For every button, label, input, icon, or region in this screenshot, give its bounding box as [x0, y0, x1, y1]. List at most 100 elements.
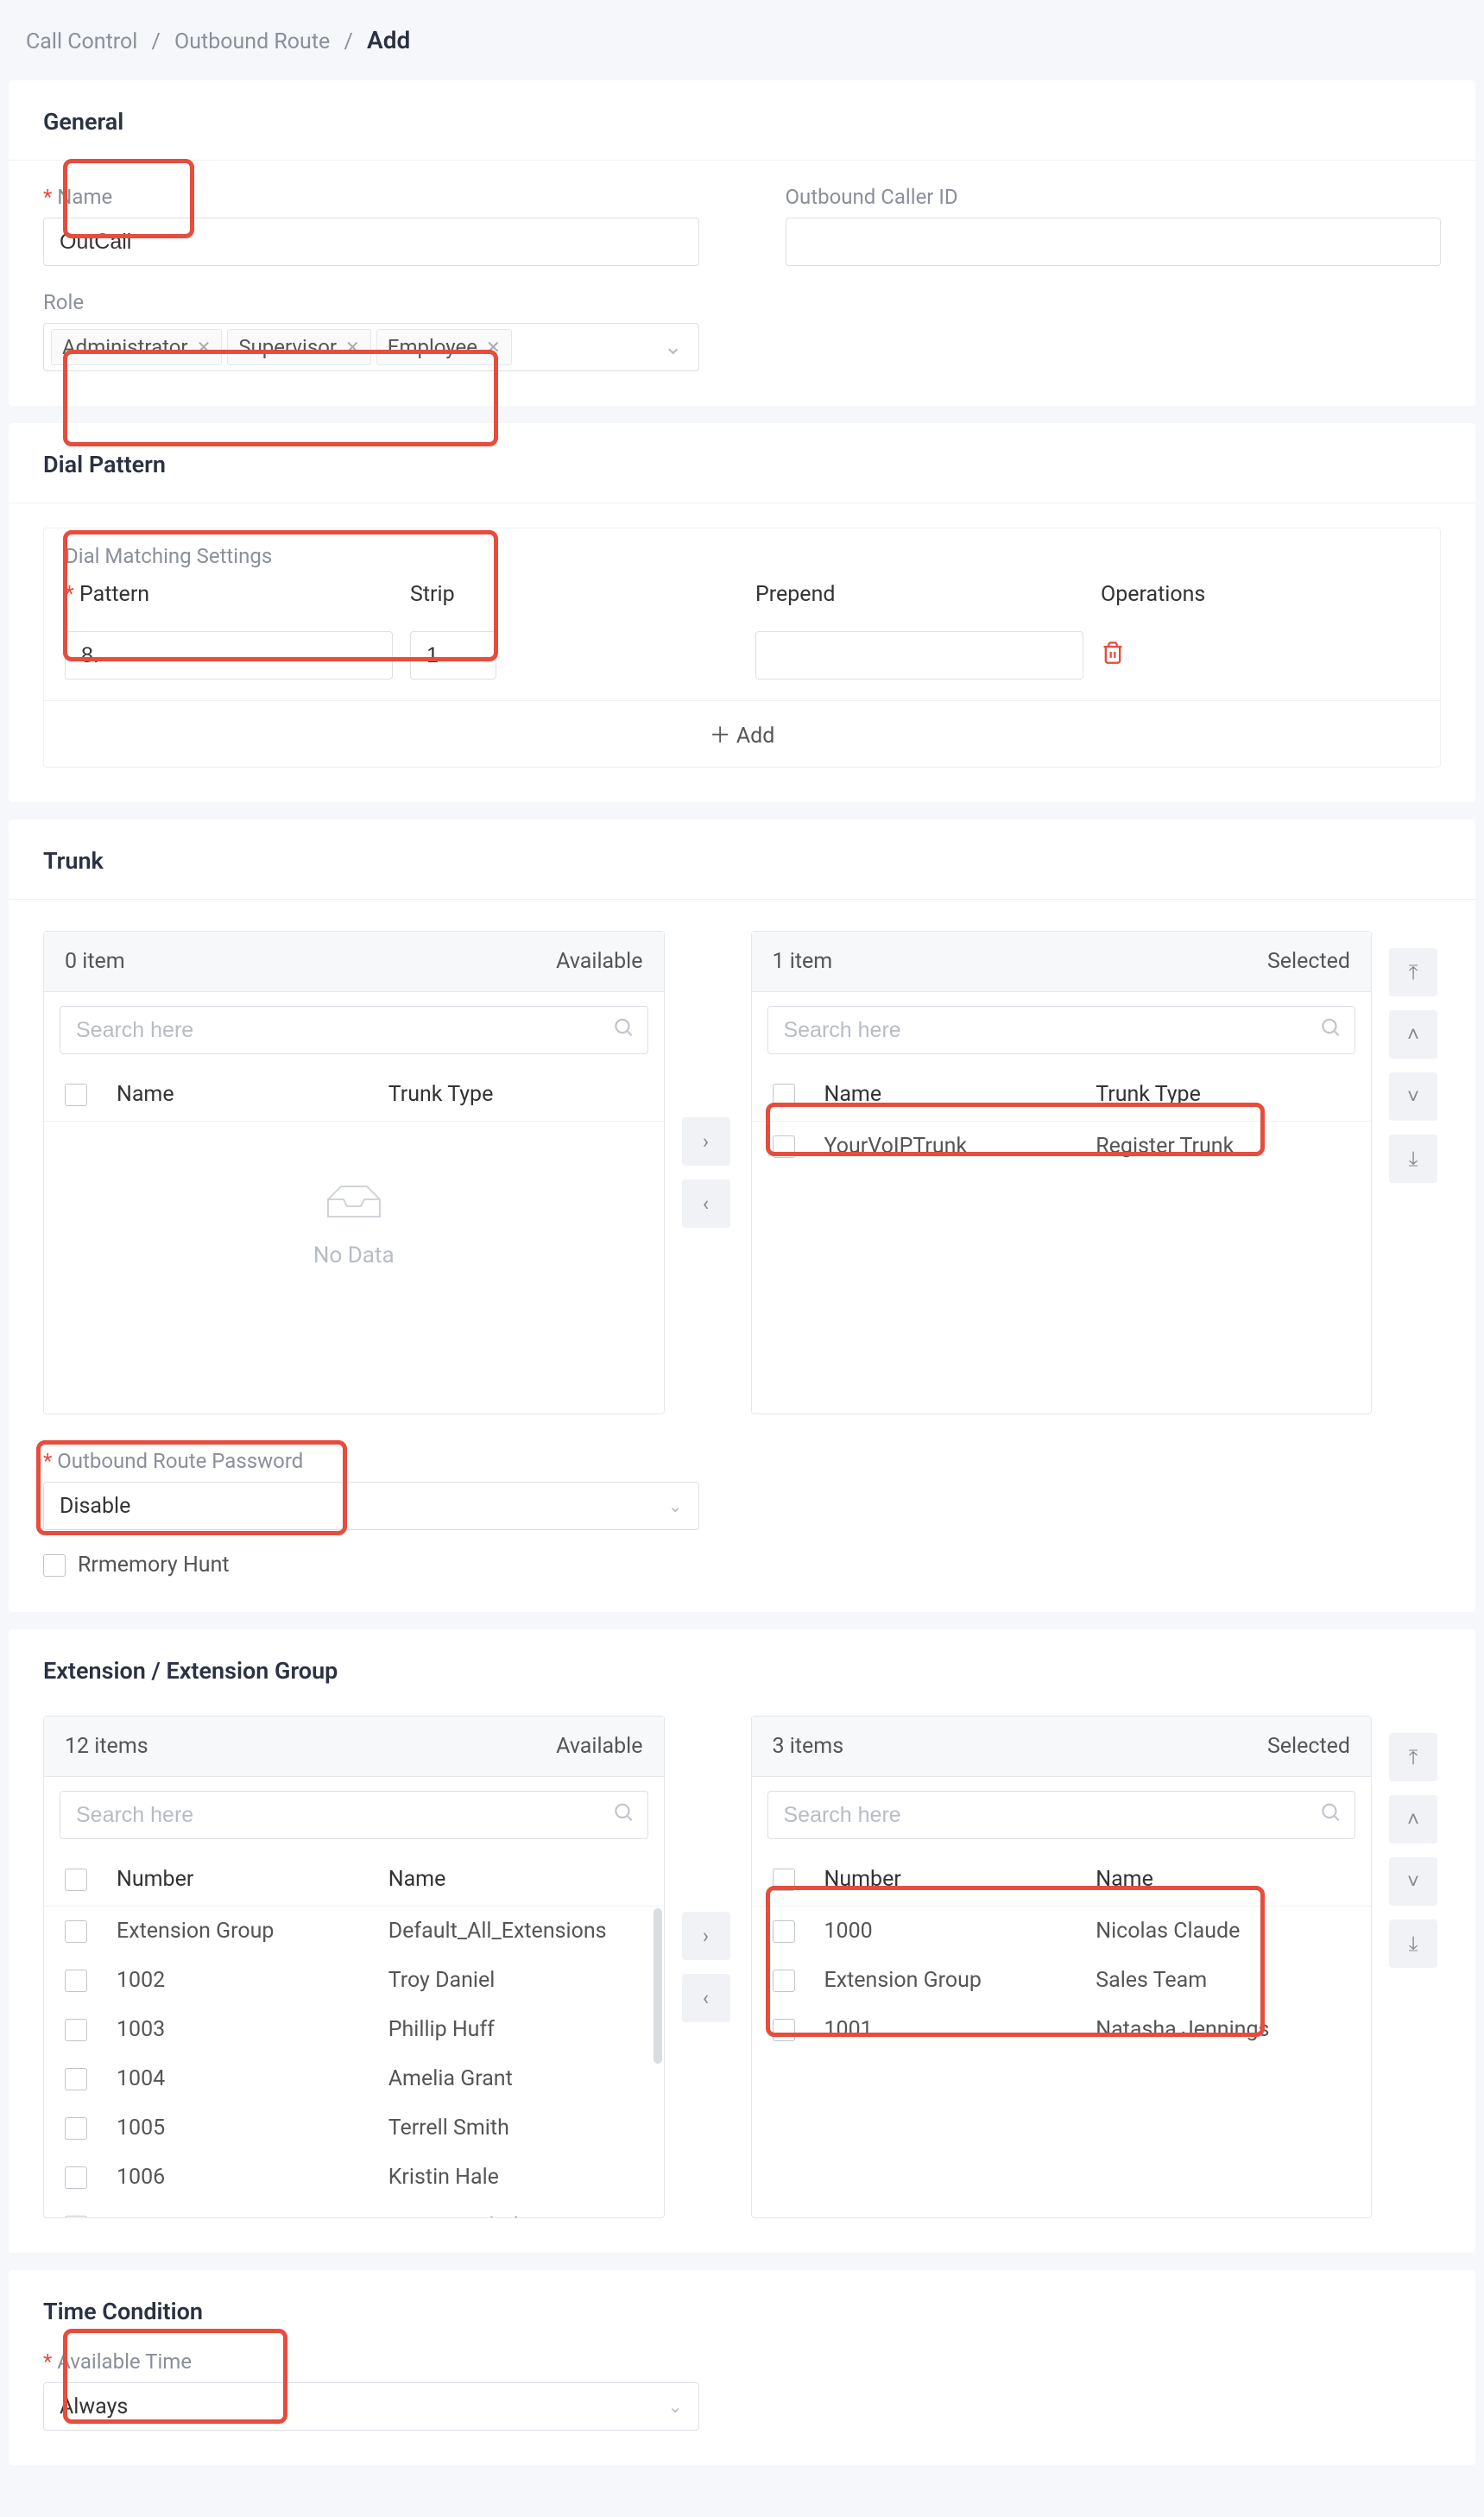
- sel-label: Selected: [1267, 949, 1350, 974]
- row-checkbox[interactable]: [65, 2166, 87, 2189]
- move-right-button[interactable]: ›: [682, 1912, 730, 1960]
- trash-icon[interactable]: [1101, 642, 1125, 671]
- list-item[interactable]: 1004Amelia Grant: [44, 2054, 664, 2103]
- breadcrumb-l2[interactable]: Outbound Route: [174, 29, 330, 54]
- move-top-button[interactable]: ⤒: [1389, 948, 1437, 996]
- caller-id-input[interactable]: [786, 218, 1442, 266]
- ext-available-box: 12 items Available Number: [43, 1716, 665, 2218]
- list-item[interactable]: Extension GroupSales Team: [752, 1956, 1372, 2005]
- panel-extension: Extension / Extension Group 12 items Ava…: [9, 1629, 1475, 2253]
- row-checkbox[interactable]: [773, 1135, 795, 1158]
- ext-avail-search-input[interactable]: [60, 1791, 648, 1839]
- move-bottom-button[interactable]: ⤓: [1389, 1919, 1437, 1968]
- tag-remove-icon[interactable]: ✕: [197, 337, 212, 357]
- col-trunk-type: Trunk Type: [388, 1082, 643, 1107]
- ext-sel-search-input[interactable]: [767, 1791, 1356, 1839]
- row-name: Default_All_Extensions: [388, 1919, 643, 1944]
- prepend-input[interactable]: [755, 631, 1083, 680]
- search-icon: [1319, 1801, 1342, 1830]
- row-name: Naomi Nichols: [388, 2214, 643, 2217]
- name-input[interactable]: [43, 218, 699, 266]
- move-up-button[interactable]: ˄: [1389, 1795, 1437, 1843]
- trunk-sel-search-input[interactable]: [767, 1006, 1356, 1054]
- breadcrumb-l1[interactable]: Call Control: [26, 29, 137, 54]
- outbound-password-select[interactable]: Disable ⌄: [43, 1482, 699, 1530]
- role-select[interactable]: Administrator✕ Supervisor✕ Employee✕ ⌄: [43, 323, 699, 371]
- col-pattern: Pattern: [65, 582, 149, 607]
- row-checkbox[interactable]: [65, 2068, 87, 2090]
- row-checkbox[interactable]: [773, 1970, 795, 1992]
- breadcrumb: Call Control / Outbound Route / Add: [0, 0, 1484, 80]
- tag-remove-icon[interactable]: ✕: [486, 337, 501, 357]
- row-number: 1000: [824, 1919, 1079, 1944]
- avail-label: Available: [556, 949, 642, 974]
- row-checkbox[interactable]: [65, 1970, 87, 1992]
- select-all-checkbox[interactable]: [65, 1869, 87, 1891]
- label-role: Role: [43, 290, 699, 314]
- rrmemory-checkbox[interactable]: [43, 1554, 66, 1577]
- row-checkbox[interactable]: [65, 2117, 87, 2140]
- chevron-down-icon: ⌄: [668, 2396, 683, 2417]
- sel-count: 3 items: [773, 1734, 844, 1759]
- list-item[interactable]: 1000Nicolas Claude: [752, 1907, 1372, 1956]
- move-right-button[interactable]: ›: [682, 1117, 730, 1166]
- label-available-time: Available Time: [43, 2349, 699, 2374]
- row-number: 1005: [117, 2115, 371, 2141]
- row-checkbox[interactable]: [773, 2019, 795, 2041]
- list-item[interactable]: Extension GroupDefault_All_Extensions: [44, 1907, 664, 1956]
- ext-reorder: ⤒ ˄ ˅ ⤓: [1389, 1716, 1441, 2218]
- row-checkbox[interactable]: [65, 2019, 87, 2041]
- move-left-button[interactable]: ‹: [682, 1179, 730, 1228]
- list-item[interactable]: 1005 Terrell Smith: [44, 2103, 664, 2153]
- row-name: Amelia Grant: [388, 2066, 643, 2091]
- list-item[interactable]: 1001Natasha Jennings: [752, 2005, 1372, 2054]
- breadcrumb-current: Add: [367, 26, 410, 54]
- row-checkbox[interactable]: [65, 1920, 87, 1943]
- chevron-down-icon: ⌄: [668, 1496, 683, 1516]
- row-name: Troy Daniel: [388, 1968, 643, 1993]
- select-all-checkbox[interactable]: [65, 1084, 87, 1106]
- row-name: Sales Team: [1096, 1968, 1350, 1993]
- breadcrumb-sep: /: [152, 29, 161, 54]
- list-item[interactable]: 1002 Troy Daniel: [44, 1956, 664, 2005]
- select-all-checkbox[interactable]: [773, 1084, 795, 1106]
- move-bottom-button[interactable]: ⤓: [1389, 1135, 1437, 1183]
- trunk-avail-search-input[interactable]: [60, 1006, 648, 1054]
- row-checkbox[interactable]: [65, 2216, 87, 2218]
- col-number: Number: [824, 1867, 1079, 1892]
- subsection-title: Dial Matching Settings: [44, 528, 1440, 577]
- list-item[interactable]: 1006Kristin Hale: [44, 2153, 664, 2202]
- row-checkbox[interactable]: [773, 1920, 795, 1943]
- col-prepend: Prepend: [755, 582, 1083, 607]
- avail-count: 0 item: [65, 949, 125, 974]
- col-operations: Operations: [1101, 582, 1429, 607]
- col-name: Name: [1096, 1867, 1350, 1892]
- strip-input[interactable]: [410, 631, 496, 680]
- list-item[interactable]: 1003Phillip Huff: [44, 2005, 664, 2054]
- available-time-select[interactable]: Always ⌄: [43, 2382, 699, 2431]
- list-item[interactable]: 1007Naomi Nichols: [44, 2202, 664, 2217]
- trunk-arrows: › ‹: [682, 931, 734, 1414]
- trunk-row[interactable]: YourVoIPTrunk Register Trunk: [752, 1122, 1372, 1171]
- chevron-down-icon: ⌄: [664, 334, 683, 360]
- row-name: Kristin Hale: [388, 2165, 643, 2190]
- move-down-button[interactable]: ˅: [1389, 1857, 1437, 1906]
- row-number: 1002: [117, 1968, 371, 1993]
- pattern-input[interactable]: [65, 631, 393, 680]
- row-name: Terrell Smith: [388, 2115, 643, 2141]
- role-tag: Supervisor✕: [227, 329, 370, 365]
- move-up-button[interactable]: ˄: [1389, 1010, 1437, 1059]
- add-pattern-button[interactable]: ＋ Add: [44, 700, 1440, 767]
- move-top-button[interactable]: ⤒: [1389, 1733, 1437, 1781]
- move-down-button[interactable]: ˅: [1389, 1072, 1437, 1121]
- tag-remove-icon[interactable]: ✕: [345, 337, 360, 357]
- sel-count: 1 item: [773, 949, 833, 974]
- col-strip: Strip: [410, 582, 738, 607]
- row-number: 1003: [117, 2017, 371, 2042]
- breadcrumb-sep: /: [344, 29, 352, 54]
- scrollbar[interactable]: [654, 1908, 662, 2064]
- select-all-checkbox[interactable]: [773, 1869, 795, 1891]
- panel-header-general: General: [9, 80, 1475, 161]
- move-left-button[interactable]: ‹: [682, 1974, 730, 2022]
- trunk-type: Register Trunk: [1096, 1134, 1350, 1159]
